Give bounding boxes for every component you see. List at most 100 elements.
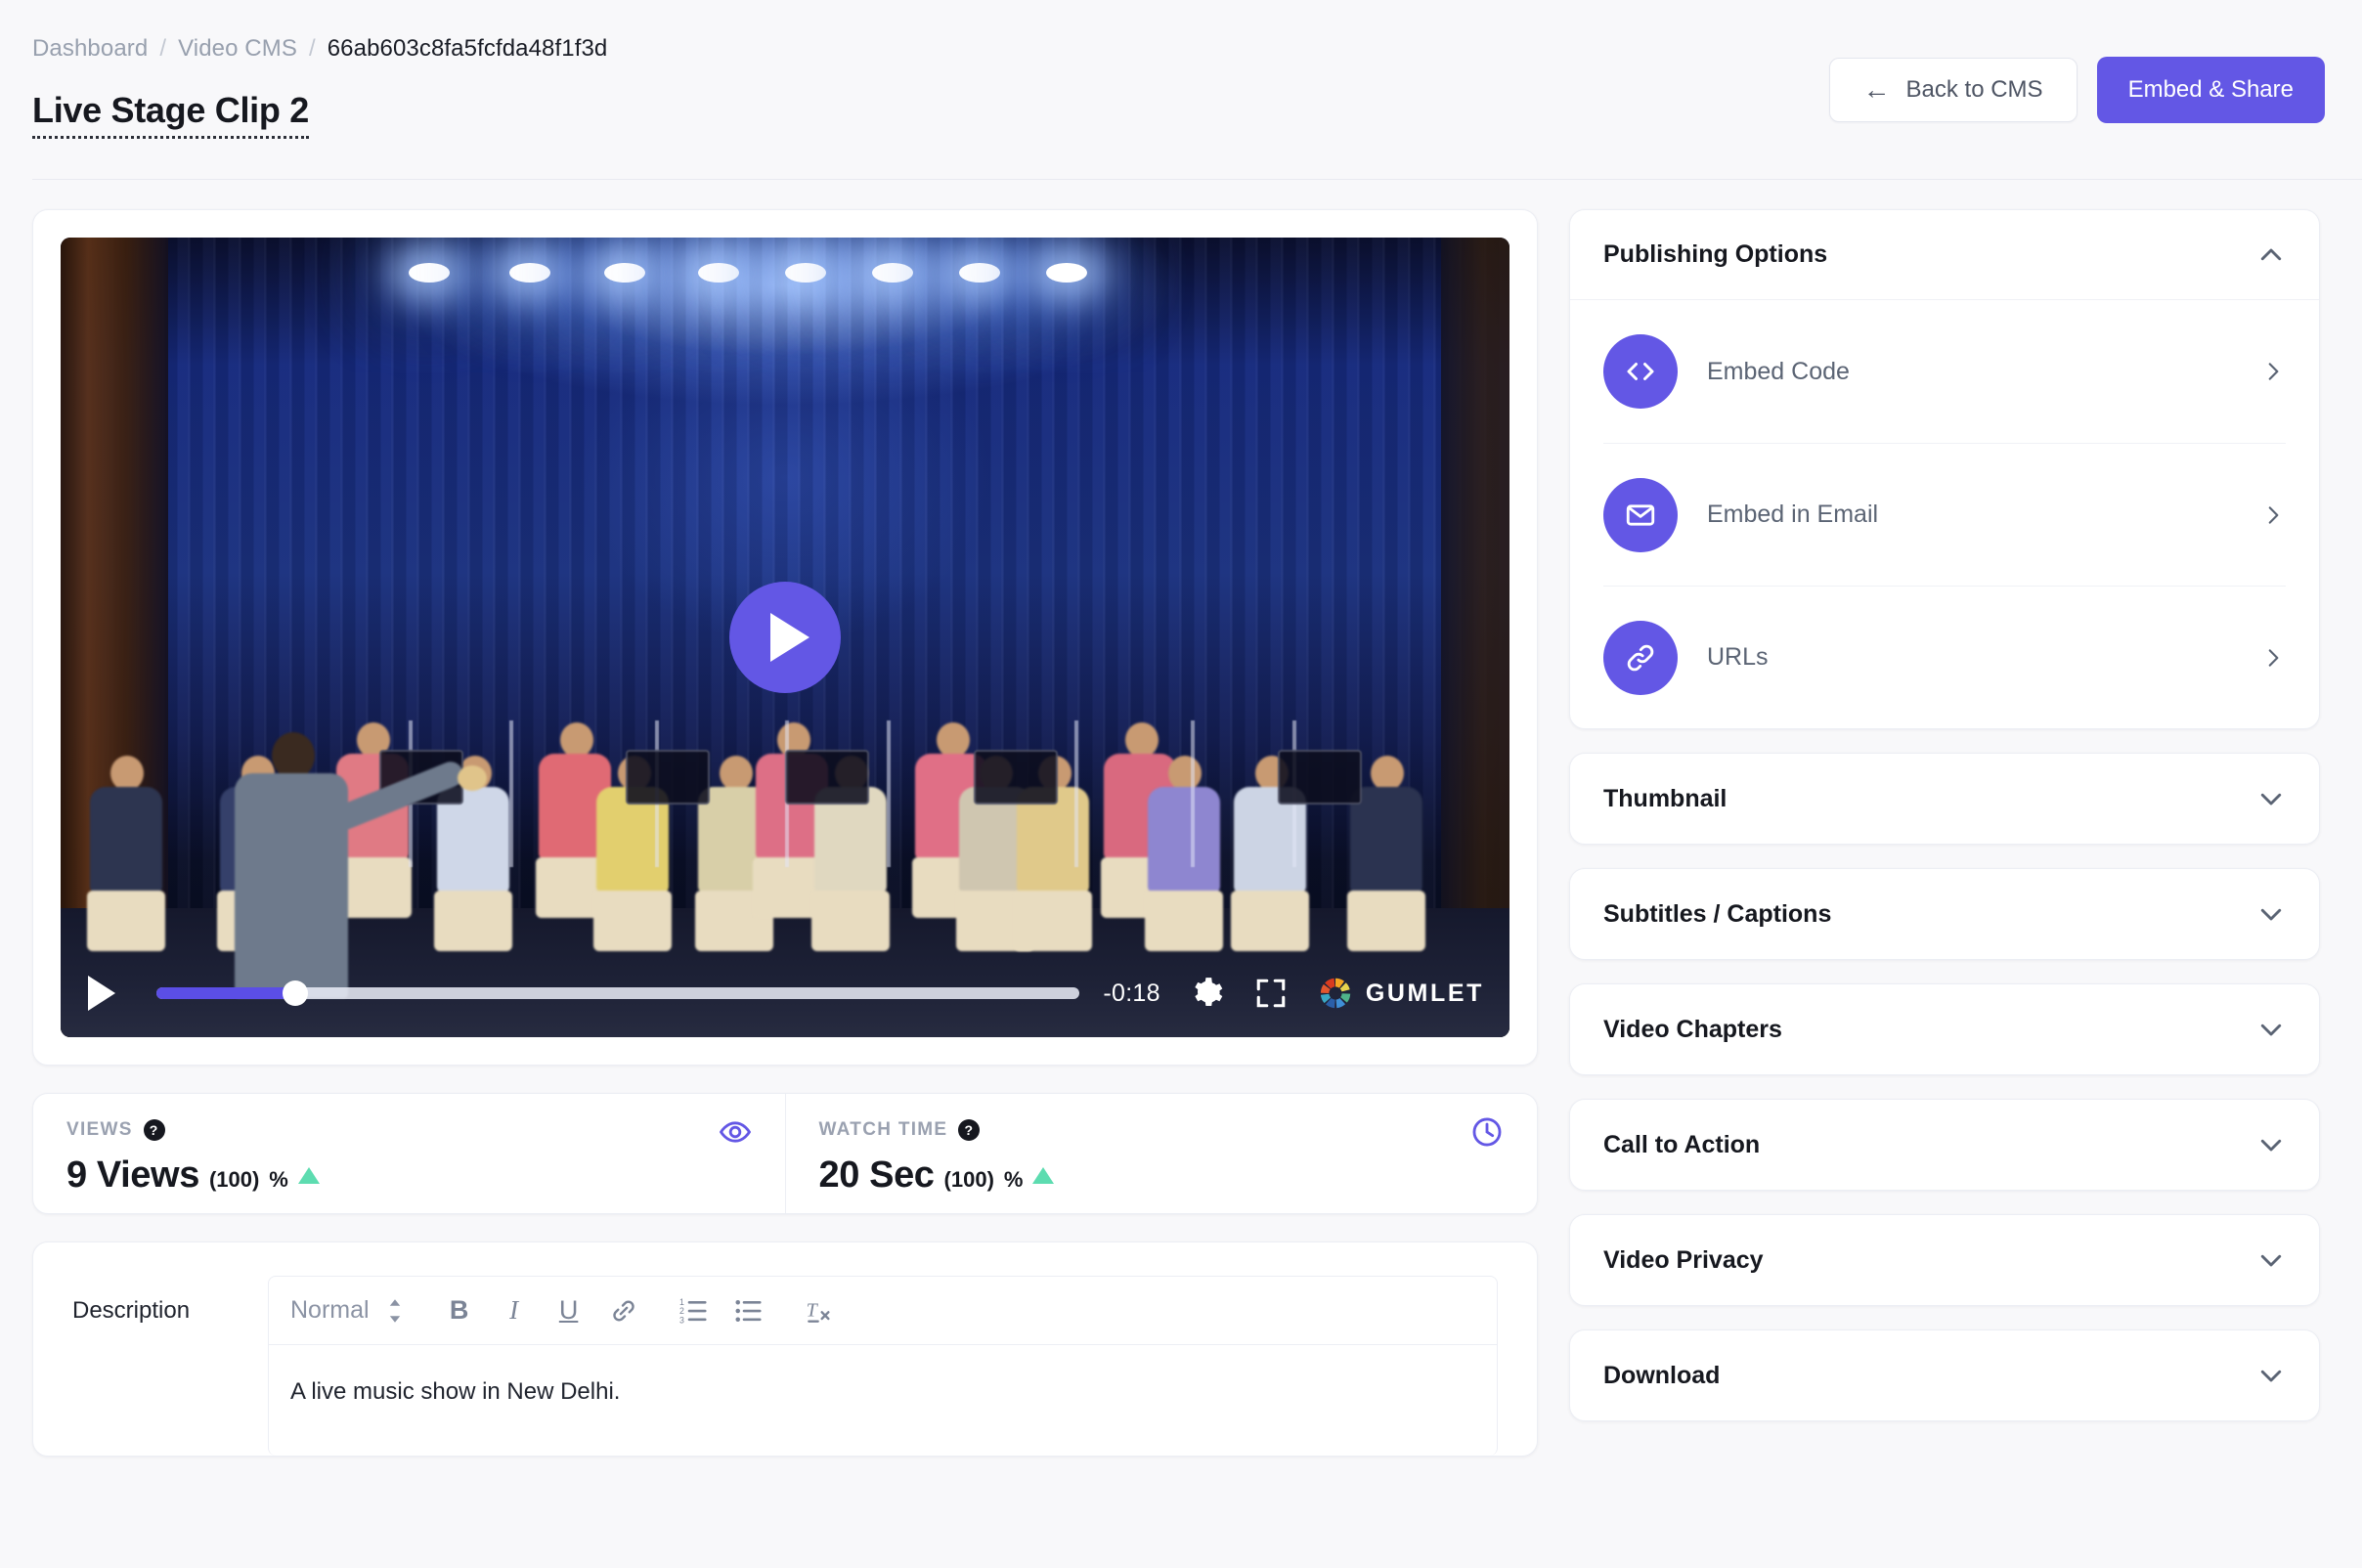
- breadcrumb-item-dashboard[interactable]: Dashboard: [32, 35, 148, 63]
- bold-button[interactable]: B: [432, 1285, 487, 1336]
- chevron-right-icon[interactable]: [2260, 359, 2286, 384]
- clear-formatting-icon: T: [806, 1299, 830, 1323]
- page-header: Dashboard / Video CMS / 66ab603c8fa5fcfd…: [0, 0, 2362, 180]
- gumlet-label: GUMLET: [1365, 979, 1484, 1007]
- bullet-list-icon: [735, 1299, 762, 1322]
- link-button[interactable]: [596, 1285, 651, 1336]
- stats-card: VIEWS ? 9 Views (100) % WATCH TIME ? 20 …: [32, 1093, 1538, 1214]
- back-to-cms-button[interactable]: ← Back to CMS: [1828, 58, 2078, 122]
- header-divider: [32, 179, 2362, 180]
- panel-download-header[interactable]: Download: [1570, 1330, 2319, 1420]
- panel-call-to-action[interactable]: Call to Action: [1569, 1099, 2320, 1191]
- player-controls: -0:18 GUMLET: [61, 949, 1509, 1037]
- panel-video-privacy-header[interactable]: Video Privacy: [1570, 1215, 2319, 1305]
- description-text[interactable]: A live music show in New Delhi.: [269, 1345, 1497, 1406]
- ordered-list-button[interactable]: 123: [667, 1285, 722, 1336]
- clear-formatting-button[interactable]: T: [792, 1285, 847, 1336]
- publishing-item-label: Embed in Email: [1707, 501, 1879, 528]
- description-card: Description Normal B I U 1 2 3 T A live …: [32, 1241, 1538, 1457]
- sidebar: Publishing Options Embed Code Embed in E…: [1569, 209, 2320, 1421]
- panel-call-to-action-header[interactable]: Call to Action: [1570, 1100, 2319, 1190]
- play-overlay-button[interactable]: [729, 582, 841, 693]
- svg-text:T: T: [806, 1299, 818, 1321]
- chevron-down-icon[interactable]: [2256, 899, 2286, 929]
- panel-thumbnail-title: Thumbnail: [1603, 784, 1728, 812]
- progress-bar[interactable]: [156, 980, 1080, 1006]
- panel-video-chapters-title: Video Chapters: [1603, 1015, 1782, 1043]
- breadcrumb-separator: /: [159, 35, 167, 62]
- format-select[interactable]: Normal: [290, 1296, 403, 1325]
- panel-subtitles-captions-header[interactable]: Subtitles / Captions: [1570, 869, 2319, 959]
- gear-icon: [1195, 978, 1223, 1007]
- page-title[interactable]: Live Stage Clip 2: [32, 90, 309, 139]
- publishing-item-label: Embed Code: [1707, 357, 1850, 385]
- description-label: Description: [72, 1297, 191, 1324]
- fullscreen-icon: [1256, 979, 1286, 1008]
- help-icon[interactable]: ?: [958, 1119, 981, 1141]
- chevron-right-icon[interactable]: [2260, 645, 2286, 671]
- chevron-down-icon[interactable]: [2256, 784, 2286, 813]
- bold-label: B: [449, 1295, 469, 1325]
- fullscreen-button[interactable]: [1254, 977, 1288, 1010]
- stat-watch-time: WATCH TIME ? 20 Sec (100) %: [784, 1094, 1538, 1213]
- stat-watch-time-percent-suffix: %: [1003, 1167, 1024, 1192]
- panel-video-chapters-header[interactable]: Video Chapters: [1570, 984, 2319, 1074]
- progress-fill: [156, 987, 295, 999]
- description-editor[interactable]: Normal B I U 1 2 3 T A live music show i…: [268, 1276, 1498, 1456]
- underline-button[interactable]: U: [542, 1285, 596, 1336]
- italic-button[interactable]: I: [487, 1285, 542, 1336]
- page-body: -0:18 GUMLET VIEWS ? 9 Views (100) % WAT…: [0, 180, 2362, 1457]
- ordered-list-icon: 123: [679, 1296, 707, 1325]
- panel-subtitles-captions[interactable]: Subtitles / Captions: [1569, 868, 2320, 960]
- link-icon: [612, 1300, 634, 1321]
- settings-button[interactable]: [1190, 976, 1225, 1011]
- stat-views-value-row: 9 Views (100) %: [66, 1154, 752, 1197]
- breadcrumb-separator: /: [308, 35, 316, 62]
- code-icon: [1627, 363, 1654, 380]
- panel-subtitles-captions-title: Subtitles / Captions: [1603, 899, 1832, 928]
- publishing-item-embed-in-email[interactable]: Embed in Email: [1603, 443, 2286, 586]
- progress-handle[interactable]: [282, 980, 308, 1006]
- breadcrumb-item-video-cms[interactable]: Video CMS: [178, 35, 297, 63]
- chevron-down-icon[interactable]: [2256, 1245, 2286, 1275]
- stat-watch-time-label: WATCH TIME: [818, 1119, 948, 1140]
- chevron-right-icon[interactable]: [2260, 502, 2286, 528]
- chevron-up-icon[interactable]: [2256, 240, 2286, 270]
- stat-views-label: VIEWS: [66, 1119, 133, 1140]
- stat-views-label-row: VIEWS ?: [66, 1119, 752, 1141]
- chevron-down-icon[interactable]: [2256, 1361, 2286, 1390]
- header-actions: ← Back to CMS Embed & Share: [1828, 57, 2325, 123]
- publishing-item-embed-code[interactable]: Embed Code: [1603, 300, 2286, 443]
- publishing-options-header[interactable]: Publishing Options: [1570, 210, 2319, 300]
- chevron-down-icon[interactable]: [2256, 1015, 2286, 1044]
- gumlet-logo-icon: [1320, 978, 1351, 1009]
- eye-icon: [719, 1121, 751, 1143]
- play-button[interactable]: [88, 976, 115, 1011]
- envelope-icon-wrap: [1603, 477, 1678, 552]
- stat-watch-time-label-row: WATCH TIME ?: [819, 1119, 1505, 1141]
- panel-download[interactable]: Download: [1569, 1329, 2320, 1421]
- breadcrumb-item-video-id: 66ab603c8fa5fcfda48f1f3d: [327, 35, 608, 62]
- updown-chevron-icon: [389, 1298, 400, 1323]
- publishing-item-urls[interactable]: URLs: [1603, 586, 2286, 728]
- stat-watch-time-percent: (100): [943, 1167, 994, 1192]
- link-icon: [1627, 644, 1654, 671]
- publishing-options-body: Embed Code Embed in Email URLs: [1570, 300, 2319, 728]
- help-icon[interactable]: ?: [143, 1119, 165, 1141]
- stat-watch-time-value: 20 Sec: [818, 1154, 935, 1196]
- panel-video-chapters[interactable]: Video Chapters: [1569, 983, 2320, 1075]
- gumlet-brand: GUMLET: [1317, 975, 1484, 1012]
- panel-video-privacy-title: Video Privacy: [1603, 1245, 1764, 1274]
- clock-icon: [1472, 1117, 1502, 1147]
- panel-thumbnail[interactable]: Thumbnail: [1569, 753, 2320, 845]
- stat-views-value: 9 Views: [66, 1154, 199, 1196]
- embed-and-share-button[interactable]: Embed & Share: [2096, 57, 2325, 123]
- panel-video-privacy[interactable]: Video Privacy: [1569, 1214, 2320, 1306]
- italic-label: I: [509, 1295, 519, 1325]
- panel-thumbnail-header[interactable]: Thumbnail: [1570, 754, 2319, 844]
- publishing-options-panel: Publishing Options Embed Code Embed in E…: [1569, 209, 2320, 729]
- publishing-item-label: URLs: [1707, 643, 1769, 671]
- video-player[interactable]: -0:18 GUMLET: [61, 238, 1509, 1037]
- bullet-list-button[interactable]: [722, 1285, 776, 1336]
- chevron-down-icon[interactable]: [2256, 1130, 2286, 1159]
